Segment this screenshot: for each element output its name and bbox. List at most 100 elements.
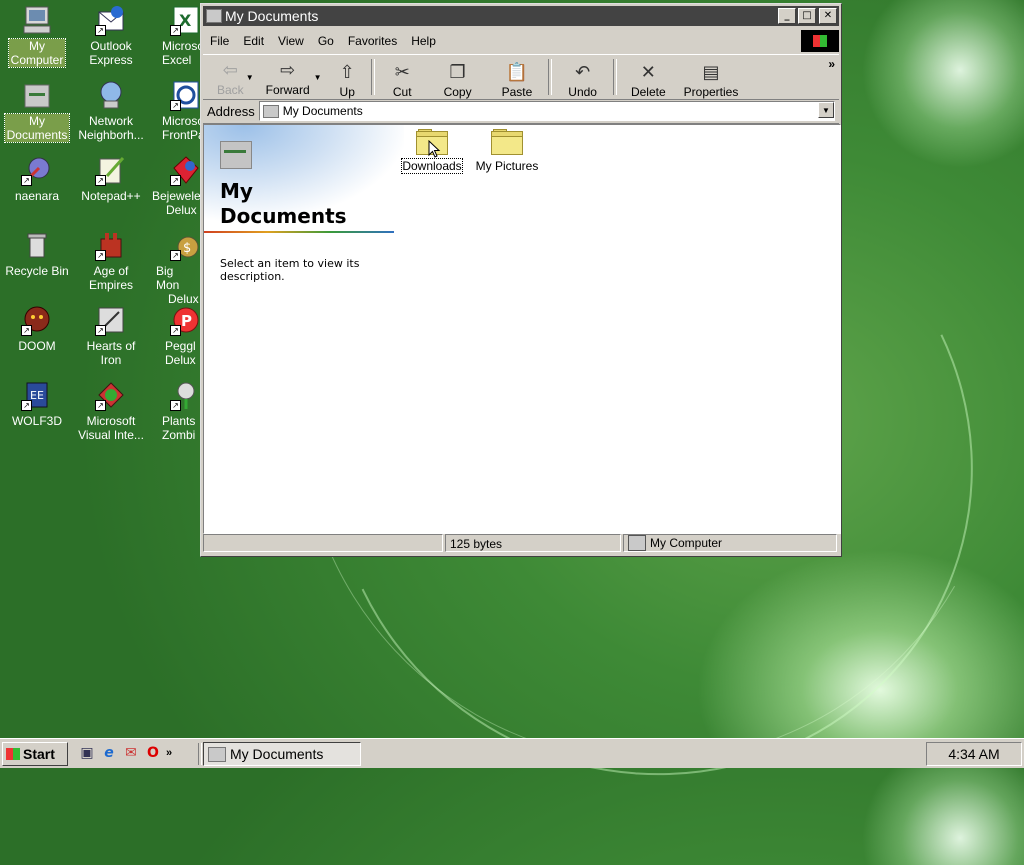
desktop-icon-bejeweled[interactable]: ↗ Bejewele Delux bbox=[150, 154, 200, 217]
delete-label: Delete bbox=[630, 85, 666, 99]
undo-button[interactable]: ↶ Undo bbox=[554, 55, 611, 99]
visual-interdev-icon: ↗ bbox=[95, 379, 127, 411]
menu-bar: File Edit View Go Favorites Help bbox=[203, 30, 839, 52]
forward-button[interactable]: ⇨ Forward bbox=[258, 55, 318, 99]
delete-button[interactable]: ✕ Delete bbox=[619, 55, 678, 99]
properties-icon: ▤ bbox=[702, 62, 720, 83]
address-value: My Documents bbox=[282, 104, 363, 118]
svg-text:P: P bbox=[181, 312, 192, 330]
menu-file[interactable]: File bbox=[203, 34, 236, 48]
properties-button[interactable]: ▤ Properties bbox=[678, 55, 745, 99]
my-documents-small-icon bbox=[262, 104, 279, 118]
paste-icon: 📋 bbox=[505, 62, 529, 83]
menu-go[interactable]: Go bbox=[311, 34, 341, 48]
pane-title-line2: Documents bbox=[220, 204, 347, 228]
menu-view[interactable]: View bbox=[271, 34, 311, 48]
start-label: Start bbox=[23, 746, 55, 762]
folder-item-my-pictures[interactable]: My Pictures bbox=[472, 129, 542, 173]
menu-edit[interactable]: Edit bbox=[236, 34, 271, 48]
web-view-pane: My Documents Select an item to view its … bbox=[204, 125, 404, 533]
notepad-icon: ↗ bbox=[95, 154, 127, 186]
desktop-icon-label: Microsc bbox=[162, 39, 200, 53]
show-desktop-icon[interactable]: ▣ bbox=[78, 744, 96, 762]
paste-button[interactable]: 📋 Paste bbox=[488, 55, 547, 99]
mouse-cursor-icon bbox=[428, 140, 441, 158]
desktop-icon-frontpage[interactable]: ↗ MicroscFrontPa bbox=[150, 79, 200, 142]
opera-icon[interactable]: O bbox=[144, 744, 162, 762]
desktop-icon-wolf3d[interactable]: EE ↗ WOLF3D bbox=[2, 379, 72, 428]
system-tray-clock[interactable]: 4:34 AM bbox=[926, 742, 1022, 766]
task-button-label: My Documents bbox=[230, 746, 324, 762]
outlook-quicklaunch-icon[interactable]: ✉ bbox=[122, 744, 140, 762]
toolbar: ⇦ Back ▼ ⇨ Forward ▼ ⇧ Up ✂ Cut ❐ Copy 📋… bbox=[203, 54, 839, 100]
task-button-my-documents[interactable]: My Documents bbox=[203, 742, 361, 766]
desktop-icon-label: Notepad++ bbox=[81, 189, 141, 203]
folder-label: My Pictures bbox=[475, 159, 539, 173]
desktop-icon-big-money[interactable]: $ ↗ Big Mon Delux bbox=[150, 229, 200, 306]
menu-help[interactable]: Help bbox=[404, 34, 443, 48]
desktop-icon-label: DOOM bbox=[18, 339, 56, 353]
doom-icon: ↗ bbox=[21, 304, 53, 336]
desktop-icon-plants-zombies[interactable]: ↗ Plants Zombi bbox=[150, 379, 200, 442]
desktop-icon-my-documents[interactable]: My Documents bbox=[2, 79, 72, 143]
minimize-button[interactable]: _ bbox=[778, 8, 796, 24]
taskbar: Start ▣ e ✉ O » My Documents 4:34 AM bbox=[0, 738, 1024, 768]
back-button[interactable]: ⇦ Back bbox=[203, 55, 252, 99]
status-pane-empty bbox=[203, 534, 443, 552]
copy-button[interactable]: ❐ Copy bbox=[428, 55, 488, 99]
close-button[interactable]: ✕ bbox=[819, 8, 837, 24]
folder-window-icon[interactable] bbox=[206, 9, 222, 23]
desktop-icon-visual-interdev[interactable]: ↗ Microsoft Visual Inte... bbox=[76, 379, 146, 442]
address-input[interactable]: My Documents ▼ bbox=[258, 101, 835, 121]
up-folder-icon: ⇧ bbox=[339, 62, 355, 83]
desktop-icon-label: My bbox=[29, 39, 45, 53]
maximize-button[interactable]: □ bbox=[798, 8, 816, 24]
peggle-icon: P ↗ bbox=[170, 304, 200, 336]
desktop-icon-label: FrontPa bbox=[162, 128, 200, 142]
folder-view[interactable]: My Documents Select an item to view its … bbox=[203, 124, 841, 534]
folder-label: Downloads bbox=[401, 158, 463, 174]
desktop-icon-peggle[interactable]: P ↗ Peggl Delux bbox=[150, 304, 200, 367]
internet-explorer-icon[interactable]: e bbox=[100, 744, 118, 762]
undo-icon: ↶ bbox=[575, 62, 591, 83]
toolbar-separator bbox=[370, 59, 375, 95]
forward-arrow-icon: ⇨ bbox=[280, 60, 296, 81]
status-size: 125 bytes bbox=[445, 534, 621, 552]
desktop-icon-age-of-empires[interactable]: ↗ Age of Empires bbox=[76, 229, 146, 292]
excel-icon: X ↗ bbox=[170, 4, 200, 36]
menu-favorites[interactable]: Favorites bbox=[341, 34, 404, 48]
desktop-icon-label: Microsc bbox=[162, 114, 200, 128]
desktop-icon-naenara[interactable]: ↗ naenara bbox=[2, 154, 72, 203]
desktop-icon-network[interactable]: Network Neighborh... bbox=[76, 79, 146, 142]
toolbar-chevron[interactable]: » bbox=[828, 57, 835, 71]
desktop-icon-outlook-express[interactable]: ↗ Outlook Express bbox=[76, 4, 146, 67]
desktop-icon-label: Outlook bbox=[90, 39, 132, 53]
quick-launch: ▣ e ✉ O » bbox=[78, 744, 172, 762]
up-button[interactable]: ⇧ Up bbox=[326, 55, 369, 99]
windows-flag-icon bbox=[6, 748, 20, 760]
up-label: Up bbox=[339, 85, 355, 99]
pane-divider bbox=[204, 231, 394, 233]
desktop-icon-doom[interactable]: ↗ DOOM bbox=[2, 304, 72, 353]
desktop-icon-recycle-bin[interactable]: Recycle Bin bbox=[2, 229, 72, 278]
cut-label: Cut bbox=[392, 85, 412, 99]
desktop-icon-label: Excel bbox=[162, 53, 192, 67]
desktop-icon-notepad[interactable]: ↗ Notepad++ bbox=[76, 154, 146, 203]
window-title: My Documents bbox=[225, 8, 319, 24]
desktop-icon-label: Microsoft bbox=[86, 414, 136, 428]
cut-button[interactable]: ✂ Cut bbox=[377, 55, 428, 99]
desktop-icon-my-computer[interactable]: My Computer bbox=[2, 4, 72, 68]
desktop-icon-hearts-of-iron[interactable]: ↗ Hearts of Iron bbox=[76, 304, 146, 367]
title-bar[interactable]: My Documents _ □ ✕ bbox=[203, 6, 839, 26]
copy-icon: ❐ bbox=[449, 62, 466, 83]
svg-text:$: $ bbox=[183, 241, 191, 256]
desktop-icon-excel[interactable]: X ↗ Microsc Excel bbox=[150, 4, 200, 67]
forward-label: Forward bbox=[265, 83, 310, 97]
outlook-express-icon: ↗ bbox=[95, 4, 127, 36]
start-button[interactable]: Start bbox=[2, 742, 68, 766]
desktop-icon-label: Hearts of bbox=[86, 339, 136, 353]
pane-title-line1: My bbox=[220, 179, 253, 203]
quicklaunch-more-chevron[interactable]: » bbox=[166, 747, 172, 759]
address-dropdown-button[interactable]: ▼ bbox=[818, 102, 834, 118]
my-computer-icon bbox=[21, 4, 53, 36]
